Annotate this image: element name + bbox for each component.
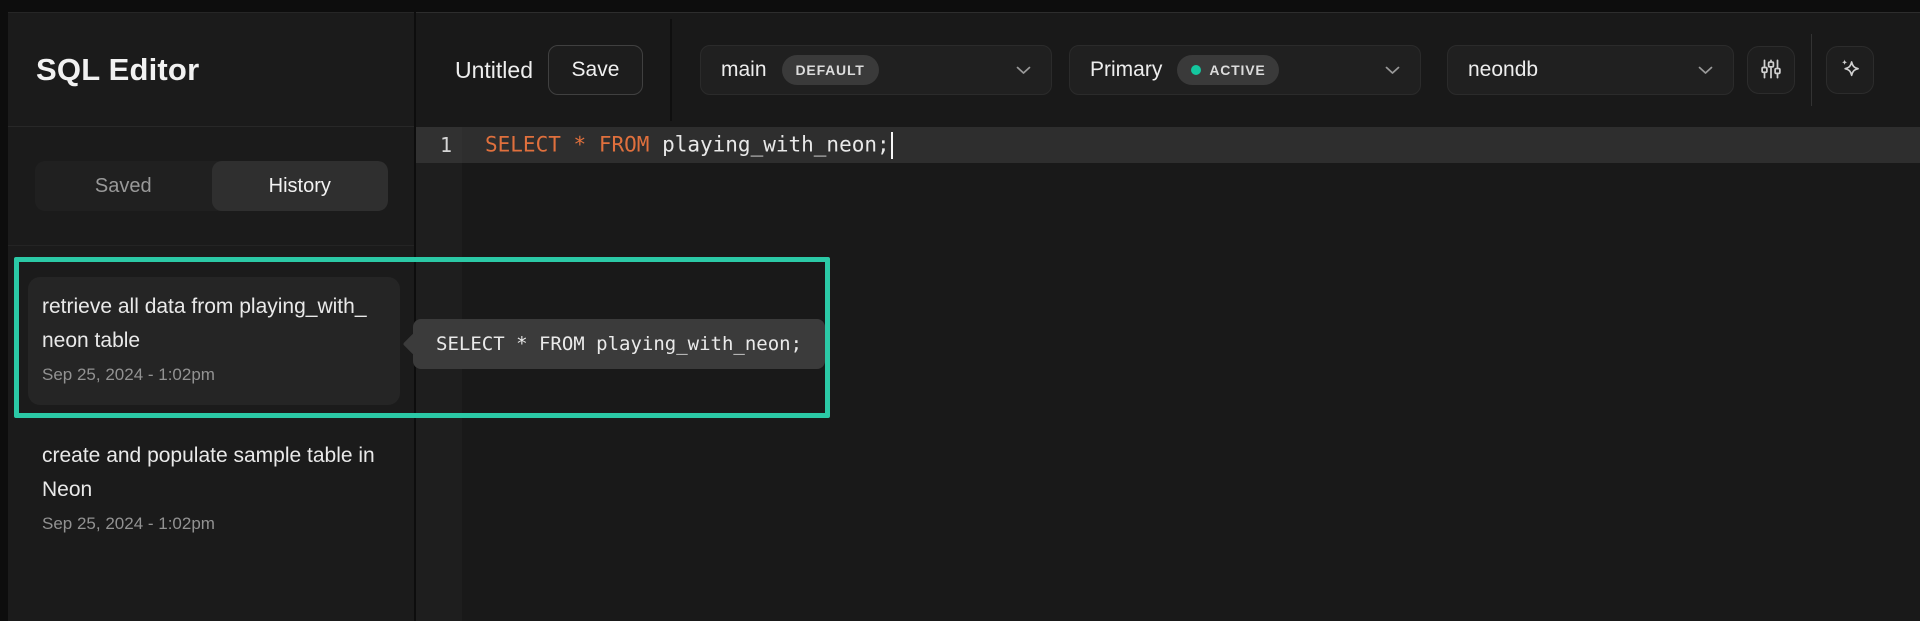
- query-preview-tooltip: SELECT * FROM playing_with_neon;: [413, 319, 825, 369]
- history-item-selected[interactable]: retrieve all data from playing_with_neon…: [28, 277, 400, 405]
- sql-code-line: SELECT * FROM playing_with_neon;: [485, 132, 893, 159]
- page-title: SQL Editor: [36, 52, 199, 88]
- tab-saved[interactable]: Saved: [35, 161, 212, 211]
- sql-identifier: playing_with_neon;: [662, 132, 890, 156]
- sliders-icon: [1758, 56, 1784, 85]
- history-item-timestamp: Sep 25, 2024 - 1:02pm: [42, 365, 386, 385]
- active-badge-label: ACTIVE: [1209, 62, 1265, 78]
- header-divider: [1811, 34, 1812, 106]
- active-status-dot: [1191, 65, 1201, 75]
- sidebar-header: SQL Editor: [8, 13, 414, 127]
- compute-dropdown[interactable]: Primary ACTIVE: [1069, 45, 1421, 95]
- database-dropdown[interactable]: neondb: [1447, 45, 1734, 95]
- chevron-down-icon: [1698, 66, 1713, 75]
- sparkle-icon: [1837, 56, 1863, 85]
- chevron-down-icon: [1016, 66, 1031, 75]
- history-item-timestamp: Sep 25, 2024 - 1:02pm: [42, 514, 376, 534]
- code-line-active[interactable]: 1 SELECT * FROM playing_with_neon;: [416, 127, 1920, 163]
- sql-editor-screen: SQL Editor Saved History retrieve all da…: [0, 0, 1920, 621]
- sql-operator: *: [574, 132, 587, 156]
- tabs-section: Saved History: [8, 127, 414, 246]
- tab-history[interactable]: History: [212, 161, 389, 211]
- editor-header: Untitled Save main DEFAULT Primary ACTIV…: [416, 13, 1920, 127]
- branch-dropdown-value: main: [721, 58, 767, 82]
- history-item[interactable]: create and populate sample table in Neon…: [42, 439, 376, 534]
- query-title: Untitled: [455, 57, 533, 84]
- editor-panel: Untitled Save main DEFAULT Primary ACTIV…: [416, 12, 1920, 621]
- active-badge: ACTIVE: [1177, 55, 1279, 85]
- line-number: 1: [416, 127, 462, 163]
- tooltip-query-text: SELECT * FROM playing_with_neon;: [436, 333, 802, 355]
- saved-history-tabs: Saved History: [35, 161, 388, 211]
- text-cursor: [891, 132, 893, 159]
- sql-keyword: FROM: [599, 132, 650, 156]
- chevron-down-icon: [1385, 66, 1400, 75]
- ai-assistant-button[interactable]: [1826, 46, 1874, 94]
- branch-dropdown[interactable]: main DEFAULT: [700, 45, 1052, 95]
- sql-keyword: SELECT: [485, 132, 561, 156]
- compute-dropdown-value: Primary: [1090, 58, 1162, 82]
- default-badge: DEFAULT: [782, 55, 879, 85]
- history-item-title: create and populate sample table in Neon: [42, 439, 376, 507]
- editor-settings-button[interactable]: [1747, 46, 1795, 94]
- sidebar: SQL Editor Saved History retrieve all da…: [8, 12, 414, 621]
- history-item-title: retrieve all data from playing_with_neon…: [42, 290, 376, 358]
- header-divider: [670, 19, 672, 121]
- line-number-gutter: [416, 127, 462, 621]
- database-dropdown-value: neondb: [1468, 58, 1538, 82]
- save-button[interactable]: Save: [548, 45, 643, 95]
